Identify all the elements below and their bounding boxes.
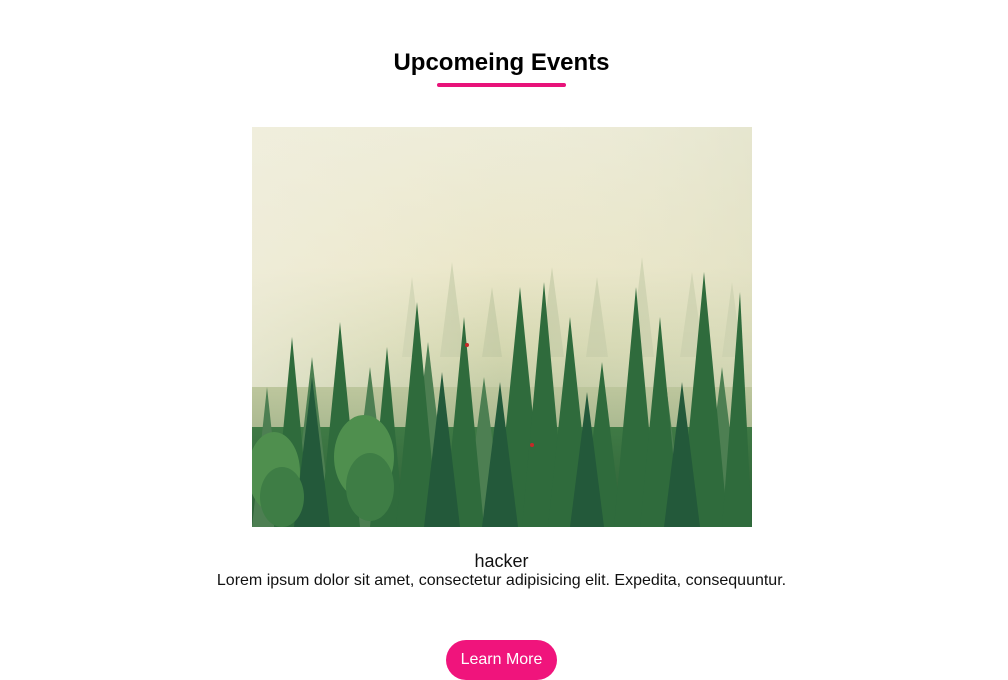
learn-more-button[interactable]: Learn More <box>446 640 557 680</box>
event-description: Lorem ipsum dolor sit amet, consectetur … <box>216 572 787 589</box>
event-name: hacker <box>474 551 529 571</box>
section-title: Upcomeing Events <box>393 49 610 76</box>
title-underline <box>437 83 566 87</box>
upcoming-events-section: Upcomeing Events hacker Lorem ipsum dolo… <box>0 0 1008 680</box>
event-image <box>252 127 752 527</box>
